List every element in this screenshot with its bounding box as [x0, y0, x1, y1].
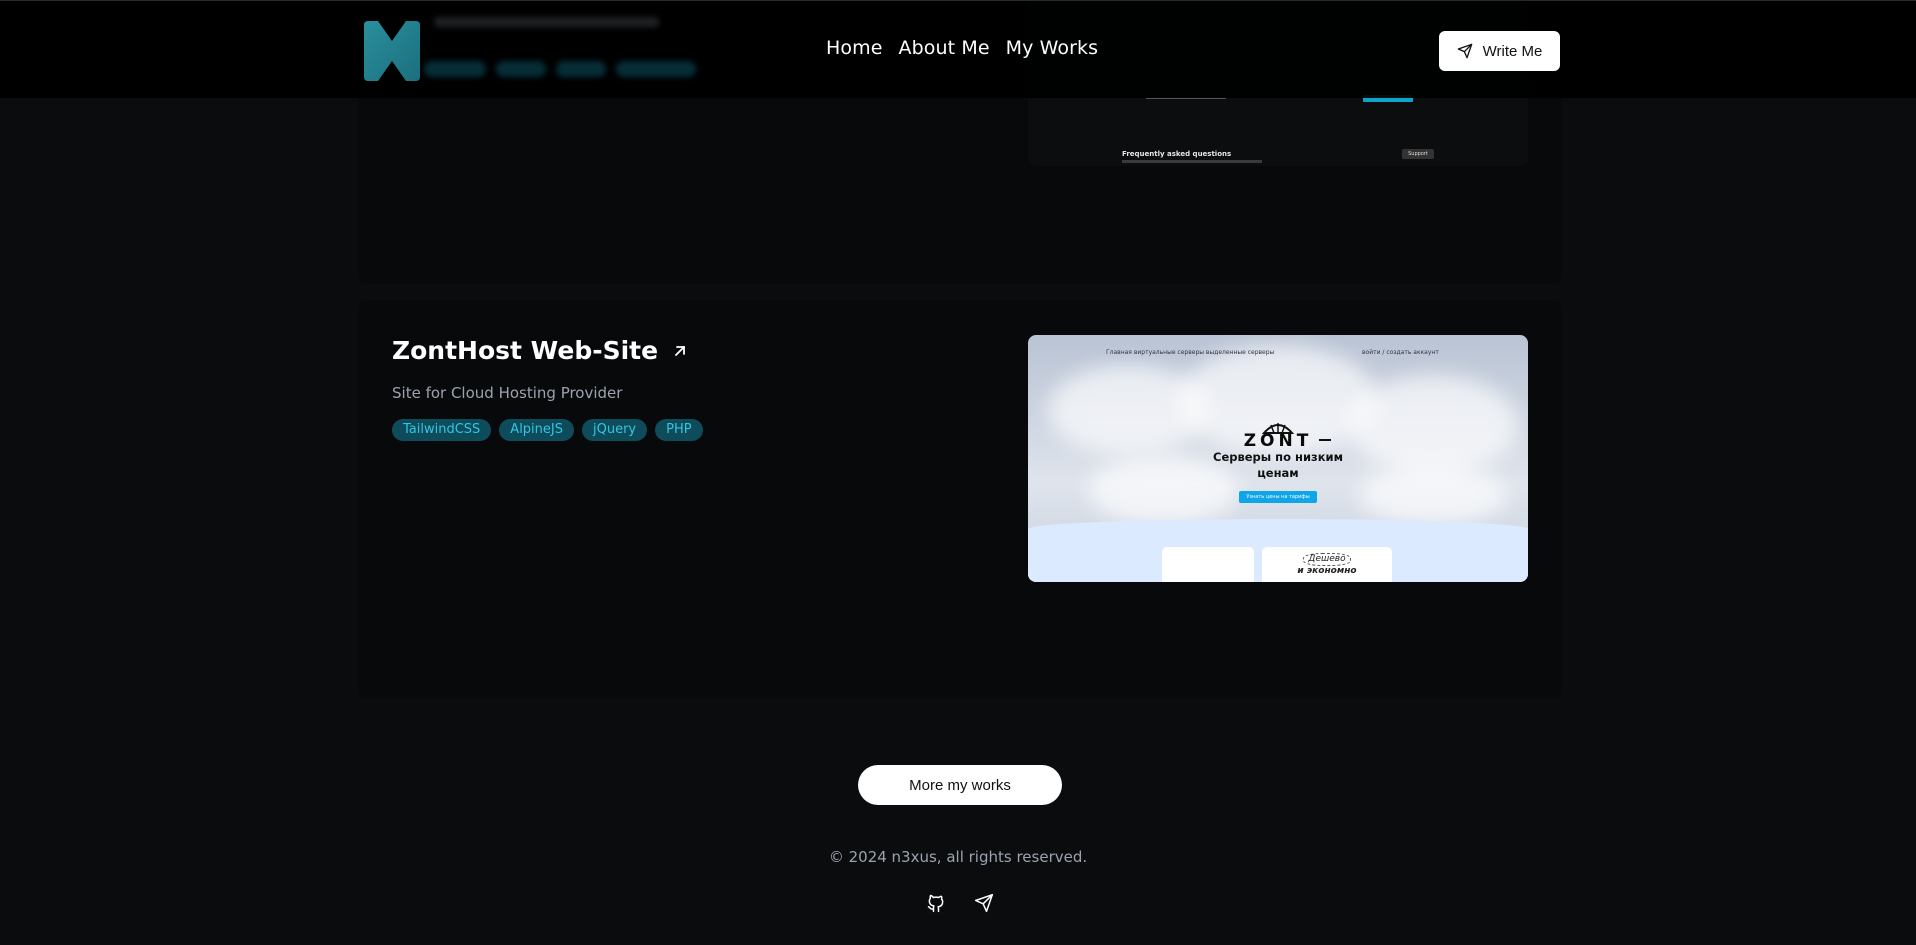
page: Frequently asked questions Support Home … — [0, 0, 1916, 945]
send-icon — [1457, 43, 1472, 59]
preview-nav-right: войти / создать аккаунт — [1362, 349, 1439, 356]
preview-cheap-sub: и экономно — [1297, 566, 1357, 576]
preview-headline-line: ценам — [1257, 466, 1299, 480]
site-header: Home About Me My Works Write Me — [0, 0, 1916, 98]
preview-card — [1162, 547, 1254, 582]
tag: jQuery — [582, 419, 648, 441]
arrow-up-right-icon — [675, 345, 685, 356]
tech-tags: TailwindCSS AlpineJS jQuery PHP — [392, 419, 703, 441]
logo-icon[interactable] — [360, 19, 424, 83]
preview-dash — [1319, 439, 1331, 441]
blurred-tag — [424, 61, 486, 77]
preview-nav: Главная виртуальные серверы выделенные с… — [1106, 349, 1275, 356]
blurred-text — [434, 17, 659, 27]
tag: PHP — [655, 419, 703, 441]
work-preview[interactable]: Главная виртуальные серверы выделенные с… — [1028, 335, 1528, 582]
copyright: © 2024 n3xus, all rights reserved. — [828, 848, 1088, 866]
preview-cta-button: Узнать цены на тарифы — [1239, 491, 1317, 503]
preview-headline: Серверы по низким ценам — [1028, 449, 1528, 481]
preview-faq-heading: Frequently asked questions — [1122, 150, 1232, 158]
write-me-button[interactable]: Write Me — [1439, 31, 1560, 71]
more-works-button[interactable]: More my works — [858, 765, 1062, 805]
tag: TailwindCSS — [392, 419, 492, 441]
nav-my-works[interactable]: My Works — [1006, 37, 1099, 59]
write-me-label: Write Me — [1482, 42, 1543, 60]
preview-headline-line: Серверы по низким — [1213, 450, 1343, 464]
nav-home[interactable]: Home — [826, 37, 883, 59]
blurred-tag — [556, 61, 606, 77]
work-title: ZontHost Web-Site — [392, 336, 659, 365]
send-icon — [974, 893, 994, 913]
github-icon — [927, 894, 944, 913]
main-nav: Home About Me My Works — [826, 37, 1098, 59]
work-title-link[interactable]: ZontHost Web-Site — [392, 336, 688, 365]
preview-cheap-label: Дешево и экономно — [1262, 553, 1392, 577]
preview-brand: ZONT — [1243, 431, 1313, 451]
github-link[interactable] — [926, 893, 946, 913]
preview-support-button: Support — [1402, 149, 1434, 159]
nav-about-me[interactable]: About Me — [899, 37, 990, 59]
preview-faq-subtext — [1122, 160, 1262, 163]
blurred-tag — [616, 61, 696, 77]
work-subtitle: Site for Cloud Hosting Provider — [392, 384, 623, 402]
blurred-tag — [496, 61, 546, 77]
telegram-link[interactable] — [974, 893, 994, 913]
preview-cheap-word: Дешево — [1303, 553, 1351, 566]
tag: AlpineJS — [499, 419, 574, 441]
